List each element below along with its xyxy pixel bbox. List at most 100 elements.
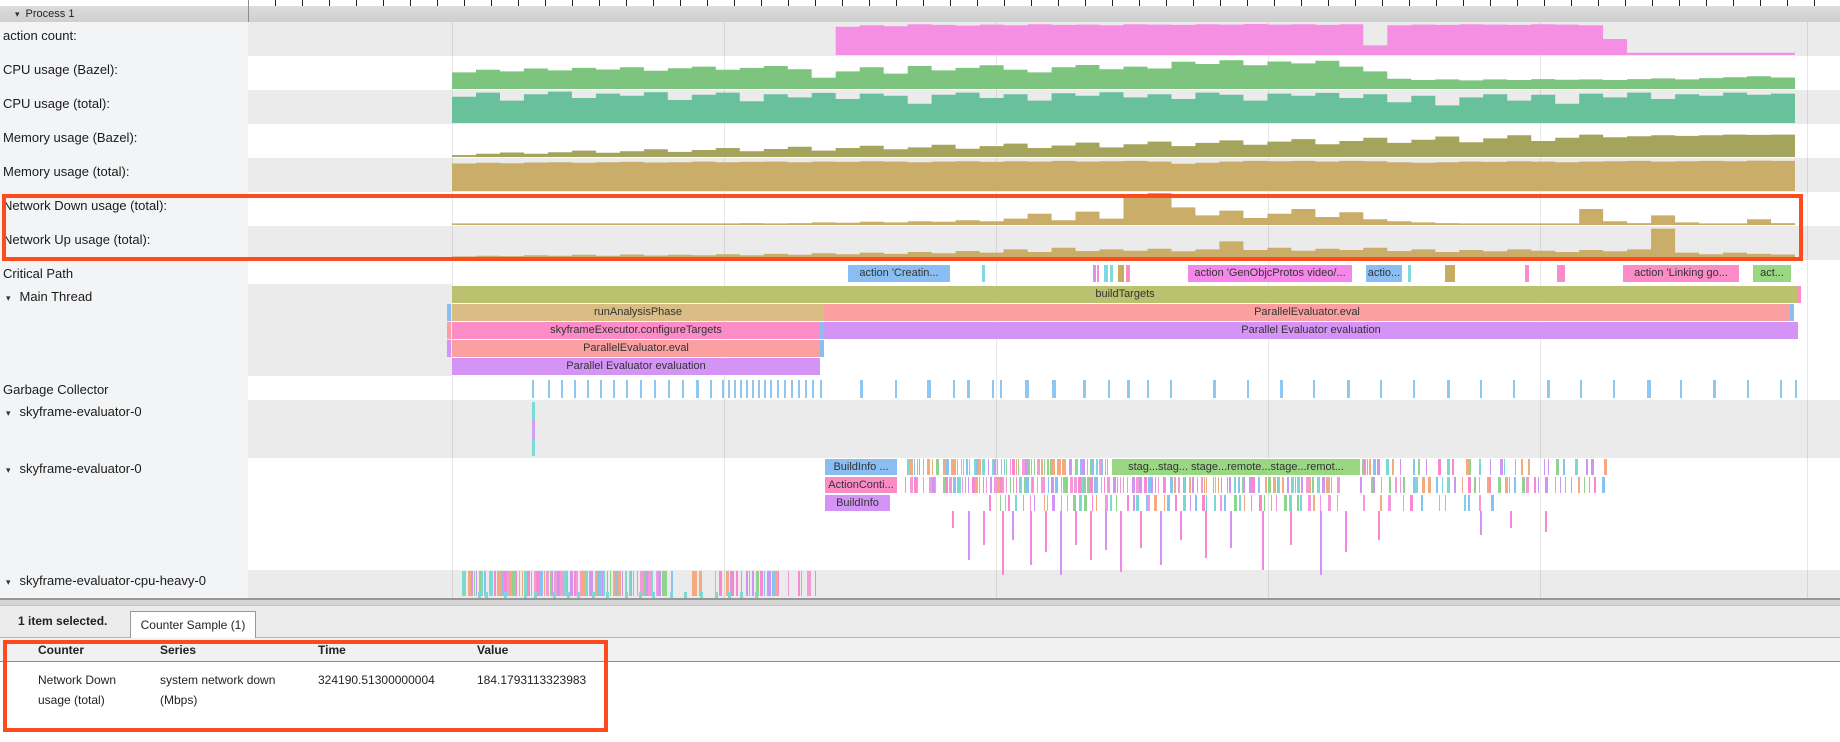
- skyframe-slice[interactable]: [1388, 495, 1391, 511]
- skyframe-slice[interactable]: [962, 477, 963, 493]
- skyframe-slice[interactable]: [1239, 495, 1241, 511]
- skyframe-slice[interactable]: [1268, 477, 1271, 493]
- skyframe-slice[interactable]: [1422, 477, 1425, 493]
- skyframe-slice[interactable]: [1105, 459, 1106, 475]
- skyframe-slice[interactable]: [1151, 477, 1153, 493]
- skyframe-slice[interactable]: [1259, 495, 1262, 511]
- skyframe-slice[interactable]: [1490, 459, 1491, 475]
- gc-event-tick[interactable]: [812, 380, 814, 398]
- skyframe-slice[interactable]: [984, 459, 985, 475]
- gc-event-tick[interactable]: [1447, 380, 1450, 398]
- skyframe-slice[interactable]: [1061, 477, 1062, 493]
- gc-event-tick[interactable]: [752, 380, 754, 398]
- skyframe-slice[interactable]: [905, 477, 906, 493]
- skyframe-slice[interactable]: [1505, 477, 1508, 493]
- skyframe-slice[interactable]: [1309, 477, 1311, 493]
- skyframe-slice[interactable]: [1491, 495, 1494, 511]
- main-thread-slice[interactable]: skyframeExecutor.configureTargets: [452, 322, 820, 339]
- skyframe-slice[interactable]: [1284, 495, 1287, 511]
- cpu-heavy-slice[interactable]: [749, 571, 750, 596]
- skyframe-hanging-slice[interactable]: [1060, 511, 1062, 575]
- gc-event-tick[interactable]: [682, 380, 684, 398]
- gc-event-tick[interactable]: [1795, 380, 1797, 398]
- skyframe-hanging-slice[interactable]: [968, 511, 970, 560]
- skyframe-slice[interactable]: [1367, 459, 1368, 475]
- skyframe-slice[interactable]: [1076, 459, 1077, 475]
- skyframe-slice[interactable]: [1320, 495, 1321, 511]
- skyframe-slice[interactable]: [1227, 477, 1228, 493]
- gc-event-tick[interactable]: [764, 380, 766, 398]
- skyframe-slice[interactable]: [1297, 477, 1300, 493]
- skyframe-slice[interactable]: [957, 459, 958, 475]
- skyframe-slice[interactable]: [1252, 477, 1255, 493]
- skyframe-slice[interactable]: [1452, 459, 1454, 475]
- skyframe-slice[interactable]: [1364, 459, 1366, 475]
- skyframe-slice[interactable]: [1498, 477, 1501, 493]
- skyframe-slice[interactable]: [961, 459, 962, 475]
- skyframe-slice[interactable]: [1565, 477, 1566, 493]
- gc-event-tick[interactable]: [1247, 380, 1249, 398]
- cpu-heavy-slice[interactable]: [481, 571, 483, 596]
- gc-event-tick[interactable]: [758, 380, 760, 398]
- skyframe-slice[interactable]: [1174, 477, 1176, 493]
- main-thread-slice[interactable]: ParallelEvaluator.eval: [824, 304, 1790, 321]
- skyframe-slice[interactable]: [947, 459, 949, 475]
- skyframe-slice[interactable]: [1136, 495, 1139, 511]
- skyframe-slice[interactable]: [1400, 459, 1401, 475]
- counter-chart-memory-usage-total[interactable]: [452, 159, 1795, 191]
- skyframe-slice[interactable]: [1051, 477, 1054, 493]
- gc-event-tick[interactable]: [696, 380, 699, 398]
- skyframe-hanging-slice[interactable]: [1090, 511, 1092, 560]
- skyframe-slice[interactable]: [1001, 459, 1002, 475]
- skyframe-slice[interactable]: [1604, 459, 1607, 475]
- gc-event-tick[interactable]: [1025, 380, 1029, 398]
- gc-event-tick[interactable]: [626, 380, 628, 398]
- skyframe-slice[interactable]: [1116, 495, 1117, 511]
- skyframe-slice[interactable]: [958, 477, 961, 493]
- skyframe-slice[interactable]: [1504, 459, 1505, 475]
- cpu-heavy-slice[interactable]: [696, 571, 697, 596]
- cpu-heavy-slice[interactable]: [637, 571, 638, 596]
- track-label-skyframe-evaluator-cpu-heavy-0[interactable]: ▾skyframe-evaluator-cpu-heavy-0: [6, 573, 206, 588]
- skyframe-slice[interactable]: [1238, 477, 1240, 493]
- cpu-heavy-slice[interactable]: [764, 571, 765, 596]
- skyframe-slice[interactable]: [1251, 495, 1252, 511]
- gc-event-tick[interactable]: [710, 380, 712, 398]
- cpu-heavy-slice[interactable]: [570, 571, 573, 596]
- skyframe-slice[interactable]: [1133, 495, 1135, 511]
- skyframe-slice[interactable]: [1584, 477, 1585, 493]
- skyframe-slice[interactable]: [1489, 477, 1491, 493]
- skyframe-slice[interactable]: [1301, 477, 1303, 493]
- gc-event-tick[interactable]: [805, 380, 807, 398]
- skyframe-slice[interactable]: [1037, 477, 1038, 493]
- skyframe-slice[interactable]: [1381, 477, 1382, 493]
- skyframe-slice[interactable]: [994, 459, 996, 475]
- cpu-heavy-slice[interactable]: [464, 571, 465, 596]
- gc-event-tick[interactable]: [1280, 380, 1283, 398]
- skyframe-slice[interactable]: [936, 459, 939, 475]
- skyframe-slice[interactable]: [1421, 495, 1423, 511]
- skyframe-slice[interactable]: [1031, 459, 1032, 475]
- critical-path-slice[interactable]: [982, 265, 985, 282]
- cpu-heavy-slice[interactable]: [522, 571, 523, 596]
- skyframe-slice[interactable]: [1117, 477, 1118, 493]
- skyframe-hanging-slice[interactable]: [1160, 511, 1162, 565]
- gc-event-tick[interactable]: [640, 380, 642, 398]
- skyframe-slice[interactable]: [1074, 477, 1077, 493]
- skyframe-slice[interactable]: [1373, 459, 1376, 475]
- skyframe-slice[interactable]: [1445, 495, 1446, 511]
- skyframe-slice[interactable]: [1027, 459, 1030, 475]
- skyframe-slice[interactable]: [1369, 459, 1371, 475]
- skyframe-hanging-slice[interactable]: [952, 511, 954, 528]
- skyframe-slice[interactable]: [1175, 495, 1177, 511]
- skyframe-slice[interactable]: [1104, 477, 1105, 493]
- skyframe-slice[interactable]: [1264, 495, 1265, 511]
- skyframe-slice[interactable]: [1087, 459, 1088, 475]
- cpu-heavy-slice[interactable]: [807, 571, 811, 596]
- critical-path-slice[interactable]: [1525, 265, 1529, 282]
- gc-event-tick[interactable]: [1780, 380, 1782, 398]
- skyframe-slice[interactable]: [968, 477, 969, 493]
- skyframe-slice[interactable]: [990, 477, 992, 493]
- gc-event-tick[interactable]: [1000, 380, 1002, 398]
- skyframe-marker[interactable]: [532, 420, 535, 440]
